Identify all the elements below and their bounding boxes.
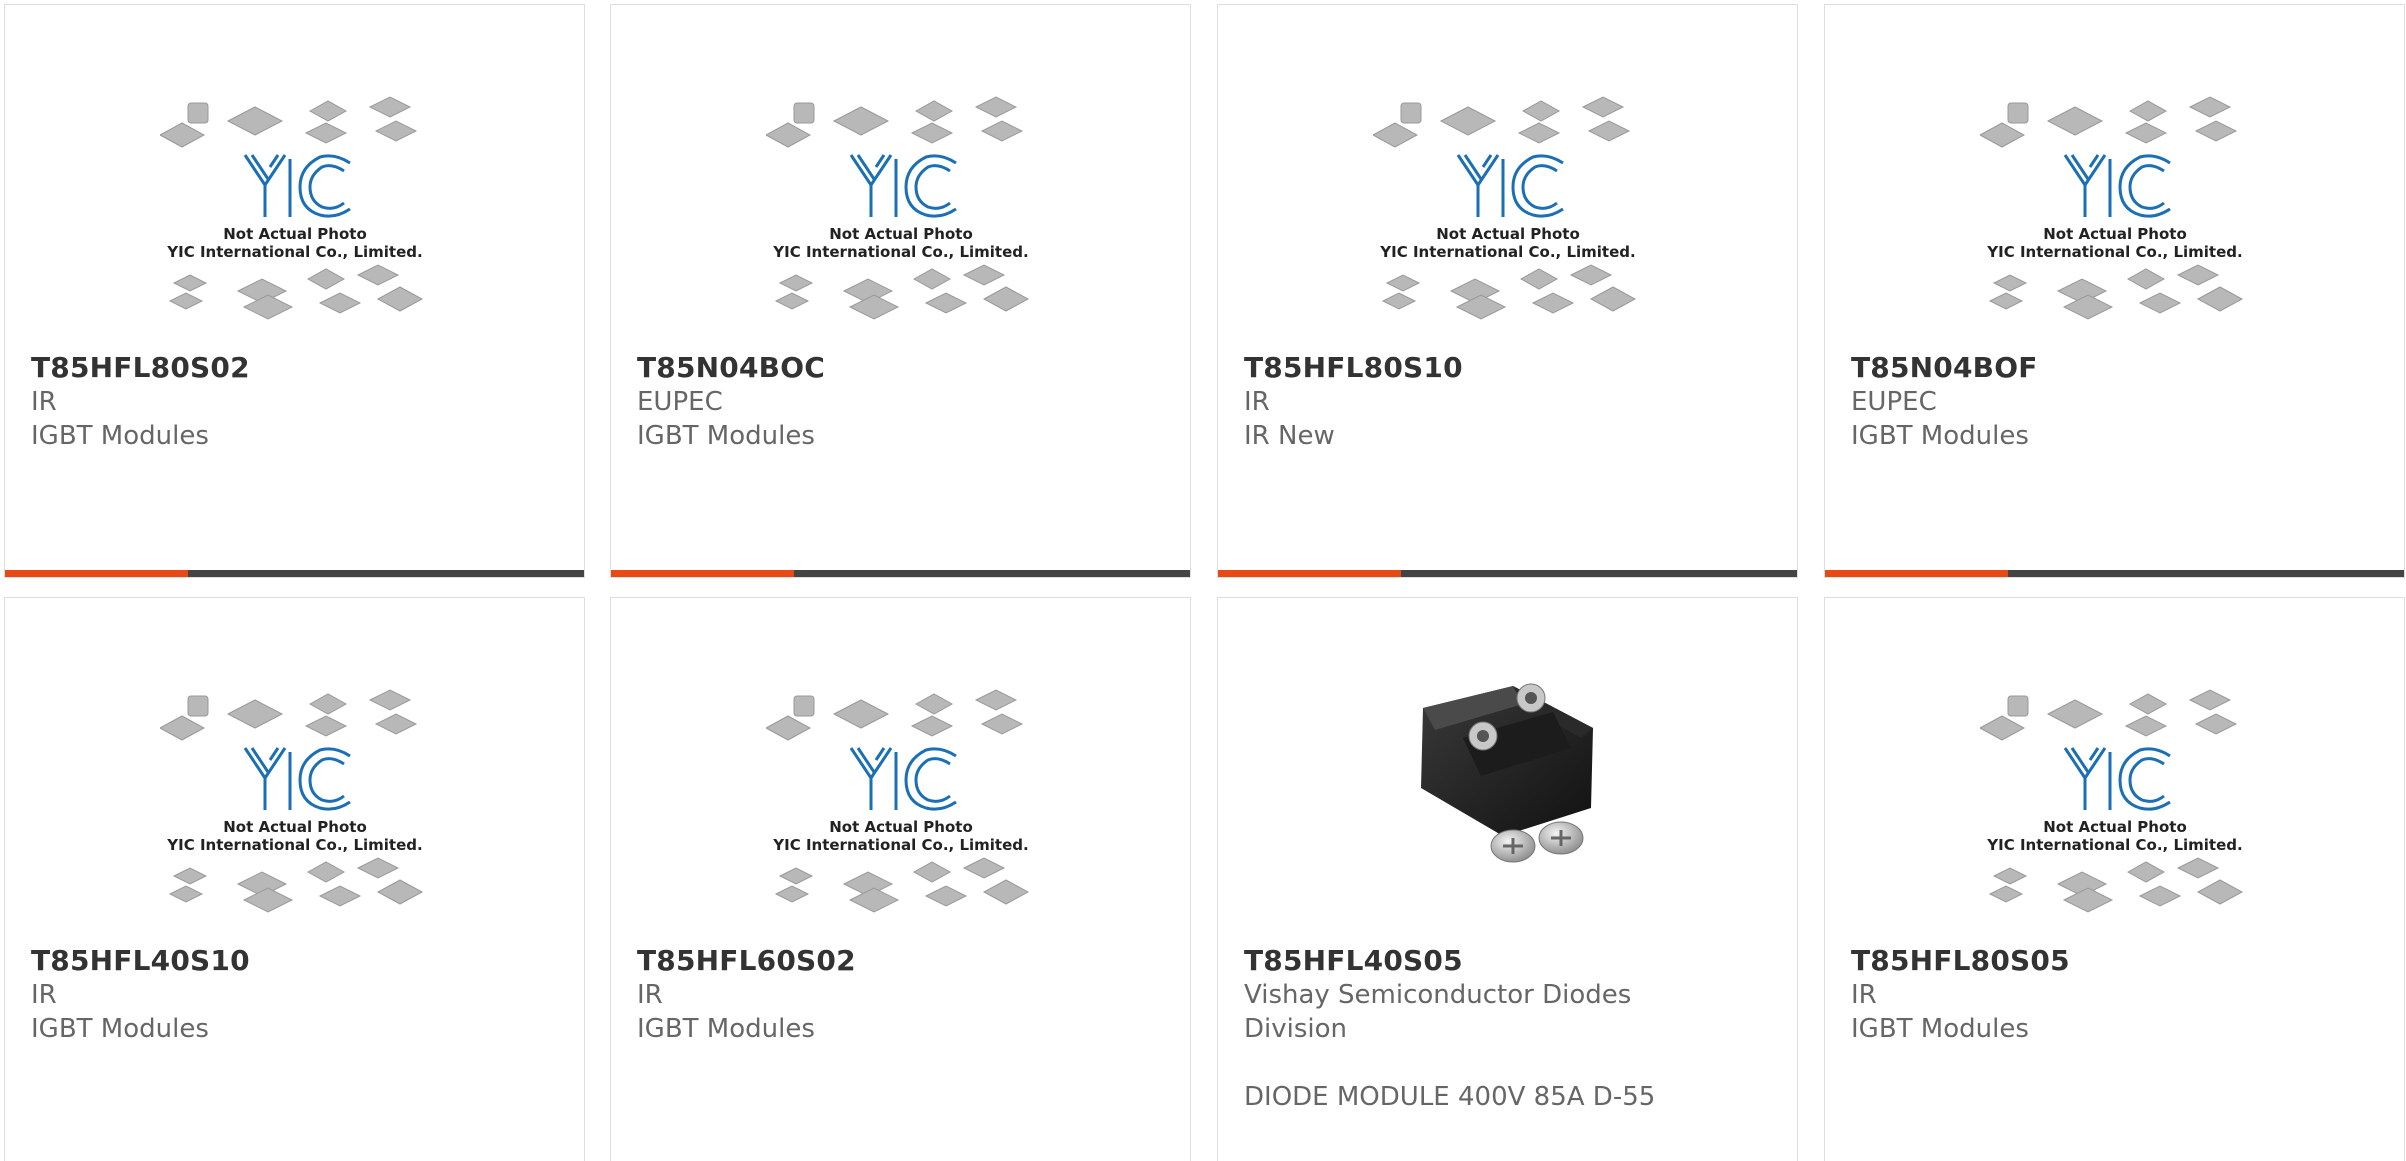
part-number-link[interactable]: T85HFL40S10 <box>31 943 250 979</box>
placeholder-caption-1: Not Actual Photo <box>223 225 367 243</box>
placeholder-caption-1: Not Actual Photo <box>2043 818 2187 836</box>
description: DIODE MODULE 400V 85A D-55 <box>1244 1082 1656 1112</box>
description: IGBT Modules <box>1851 421 2029 451</box>
manufacturer: IR <box>637 980 663 1010</box>
card-accent-bar <box>1825 570 2008 577</box>
product-card[interactable]: Not Actual Photo YIC International Co., … <box>1824 597 2405 1161</box>
placeholder-image: Not Actual Photo YIC International Co., … <box>1372 96 1636 320</box>
manufacturer: Vishay Semiconductor Diodes Division <box>1244 980 1632 1044</box>
placeholder-caption-2: YIC International Co., Limited. <box>1986 836 2242 854</box>
product-card[interactable]: Not Actual Photo YIC International Co., … <box>1217 4 1798 578</box>
placeholder-image: Not Actual Photo YIC International Co., … <box>1979 96 2243 320</box>
manufacturer: IR <box>31 387 57 417</box>
placeholder-caption-2: YIC International Co., Limited. <box>772 836 1028 854</box>
placeholder-caption-1: Not Actual Photo <box>223 818 367 836</box>
placeholder-caption-2: YIC International Co., Limited. <box>1986 243 2242 261</box>
product-image-placeholder[interactable]: Not Actual Photo YIC International Co., … <box>1218 5 1797 349</box>
manufacturer: IR <box>1851 980 1877 1010</box>
description: IGBT Modules <box>637 421 815 451</box>
product-image-placeholder[interactable]: Not Actual Photo YIC International Co., … <box>1825 5 2404 349</box>
part-number-link[interactable]: T85HFL80S10 <box>1244 350 1463 386</box>
placeholder-image: Not Actual Photo YIC International Co., … <box>159 96 423 320</box>
manufacturer: EUPEC <box>1851 387 1937 417</box>
product-image-placeholder[interactable]: Not Actual Photo YIC International Co., … <box>5 5 584 349</box>
placeholder-image: Not Actual Photo YIC International Co., … <box>1979 689 2243 913</box>
part-number-link[interactable]: T85HFL40S05 <box>1244 943 1463 979</box>
placeholder-caption-1: Not Actual Photo <box>1436 225 1580 243</box>
placeholder-caption-1: Not Actual Photo <box>829 818 973 836</box>
part-number-link[interactable]: T85N04BOC <box>637 350 825 386</box>
product-card[interactable]: Not Actual Photo YIC International Co., … <box>610 4 1191 578</box>
product-grid: Not Actual Photo YIC International Co., … <box>0 0 2406 1161</box>
description: IGBT Modules <box>31 421 209 451</box>
card-bottom-bar <box>1825 570 2404 577</box>
product-image-placeholder[interactable]: Not Actual Photo YIC International Co., … <box>5 598 584 942</box>
description: IGBT Modules <box>1851 1014 2029 1044</box>
card-bottom-bar <box>611 570 1190 577</box>
part-number-link[interactable]: T85HFL80S02 <box>31 350 250 386</box>
placeholder-image: Not Actual Photo YIC International Co., … <box>159 689 423 913</box>
product-image-placeholder[interactable]: Not Actual Photo YIC International Co., … <box>1825 598 2404 942</box>
placeholder-caption-2: YIC International Co., Limited. <box>166 243 422 261</box>
placeholder-image: Not Actual Photo YIC International Co., … <box>765 96 1029 320</box>
placeholder-caption-1: Not Actual Photo <box>2043 225 2187 243</box>
product-card[interactable]: T85HFL40S05 Vishay Semiconductor Diodes … <box>1217 597 1798 1161</box>
manufacturer: EUPEC <box>637 387 723 417</box>
product-image-placeholder[interactable]: Not Actual Photo YIC International Co., … <box>611 598 1190 942</box>
manufacturer: IR <box>1244 387 1270 417</box>
description: IR New <box>1244 421 1335 451</box>
part-number-link[interactable]: T85HFL80S05 <box>1851 943 2070 979</box>
card-bottom-bar <box>1218 570 1797 577</box>
product-card[interactable]: Not Actual Photo YIC International Co., … <box>4 4 585 578</box>
description: IGBT Modules <box>31 1014 209 1044</box>
product-card[interactable]: Not Actual Photo YIC International Co., … <box>1824 4 2405 578</box>
product-image-placeholder[interactable]: Not Actual Photo YIC International Co., … <box>611 5 1190 349</box>
card-accent-bar <box>611 570 794 577</box>
description: IGBT Modules <box>637 1014 815 1044</box>
part-number-link[interactable]: T85N04BOF <box>1851 350 2038 386</box>
card-accent-bar <box>1218 570 1401 577</box>
placeholder-caption-2: YIC International Co., Limited. <box>772 243 1028 261</box>
placeholder-caption-2: YIC International Co., Limited. <box>1379 243 1635 261</box>
product-card[interactable]: Not Actual Photo YIC International Co., … <box>610 597 1191 1161</box>
card-bottom-bar <box>5 570 584 577</box>
card-accent-bar <box>5 570 188 577</box>
placeholder-image: Not Actual Photo YIC International Co., … <box>765 689 1029 913</box>
diode-module-photo <box>1420 683 1593 863</box>
product-image-diode-module[interactable] <box>1218 598 1797 942</box>
placeholder-caption-1: Not Actual Photo <box>829 225 973 243</box>
part-number-link[interactable]: T85HFL60S02 <box>637 943 856 979</box>
placeholder-caption-2: YIC International Co., Limited. <box>166 836 422 854</box>
manufacturer: IR <box>31 980 57 1010</box>
product-card[interactable]: Not Actual Photo YIC International Co., … <box>4 597 585 1161</box>
